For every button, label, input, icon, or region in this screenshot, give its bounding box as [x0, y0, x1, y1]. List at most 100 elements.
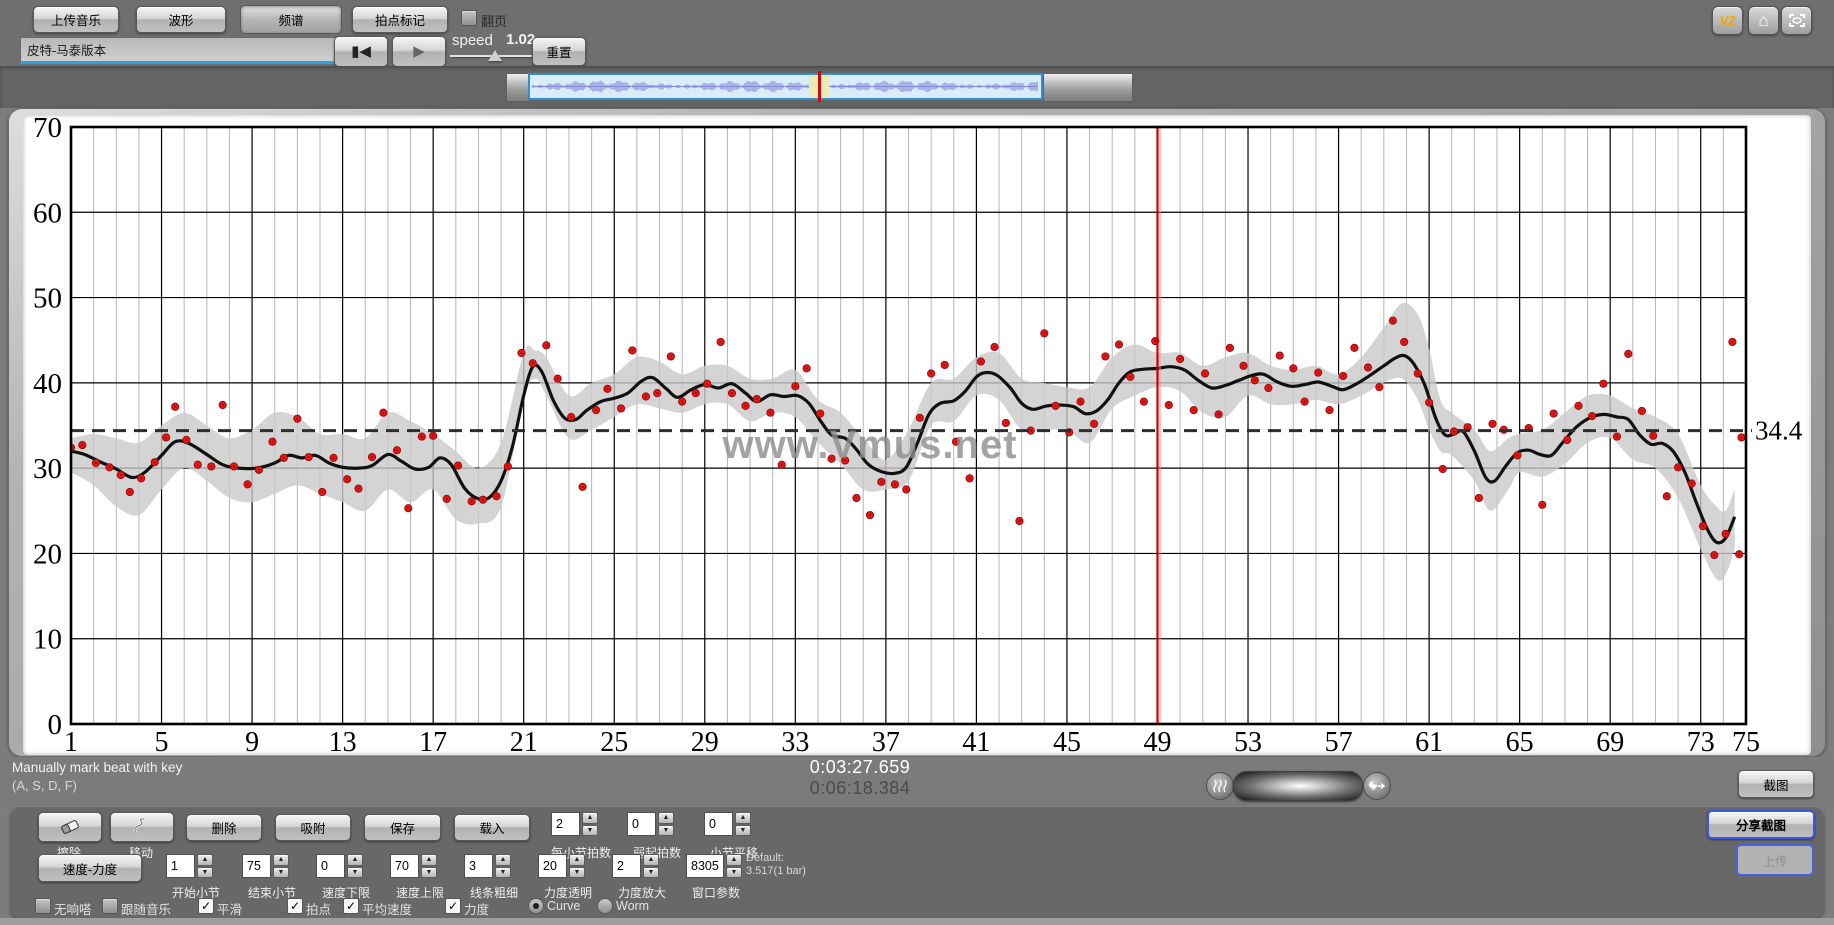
beat-mark-tab-button[interactable]: 拍点标记 — [352, 6, 448, 33]
waveform-tab-button[interactable]: 波形 — [136, 6, 226, 33]
delete-button[interactable]: 删除 — [186, 814, 262, 841]
save-button[interactable]: 保存 — [364, 814, 441, 841]
y-axis-tick-label: 0 — [48, 709, 63, 741]
tool-panel: 擦除 移动 删除 吸附 保存 载入 ▲▼ 每小节拍数 ▲▼ 弱起拍数 ▲▼ 小节… — [10, 806, 1824, 918]
x-axis-tick-label: 29 — [691, 727, 719, 755]
spin-down-button[interactable]: ▼ — [726, 867, 742, 879]
tempo-max-spinner: ▲▼ — [421, 854, 437, 878]
snap-button[interactable]: 吸附 — [275, 814, 351, 841]
spin-down-button[interactable]: ▼ — [582, 825, 598, 837]
spin-up-button[interactable]: ▲ — [347, 854, 363, 866]
x-axis-tick-label: 73 — [1687, 727, 1715, 755]
mute-button[interactable] — [1206, 772, 1234, 800]
version-badge-button[interactable]: V2 — [1712, 6, 1743, 35]
spectrum-tab-button[interactable]: 频谱 — [240, 5, 342, 34]
spin-down-button[interactable]: ▼ — [273, 867, 289, 879]
x-axis-tick-label: 5 — [155, 727, 169, 755]
erase-tool-button[interactable] — [38, 812, 102, 842]
curve-radio[interactable] — [528, 898, 544, 914]
upload-music-button[interactable]: 上传音乐 — [33, 6, 119, 33]
x-axis-tick-label: 33 — [781, 727, 809, 755]
tempo-dynamics-button[interactable]: 速度-力度 — [38, 854, 142, 882]
x-axis-tick-label: 49 — [1143, 727, 1171, 755]
tempo-chart[interactable]: www.Vmus.net0102030405060701591317212529… — [23, 115, 1811, 755]
spin-up-button[interactable]: ▲ — [726, 854, 742, 866]
line-width-input[interactable] — [464, 854, 493, 878]
spin-up-button[interactable]: ▲ — [421, 854, 437, 866]
prev-icon: ▮◀ — [351, 44, 371, 59]
prev-button[interactable]: ▮◀ — [334, 36, 388, 67]
worm-radio[interactable] — [597, 898, 613, 914]
speed-slider-thumb[interactable] — [488, 50, 502, 61]
x-axis-tick-label: 9 — [245, 727, 259, 755]
x-axis-tick-label: 41 — [962, 727, 990, 755]
dyn-scale-spinner: ▲▼ — [643, 854, 659, 878]
x-axis-tick-label: 1 — [64, 727, 78, 755]
spin-up-button[interactable]: ▲ — [273, 854, 289, 866]
end-bar-input[interactable] — [242, 854, 271, 878]
reset-button[interactable]: 重置 — [532, 37, 586, 66]
time-display: 0:03:27.659 0:06:18.384 — [660, 757, 1060, 799]
fullscreen-icon — [1789, 14, 1805, 27]
spin-down-button[interactable]: ▼ — [421, 867, 437, 879]
window-param-spinner: ▲▼ — [726, 854, 742, 878]
pickup-beats-input[interactable] — [627, 812, 656, 836]
waveform-overview-bar — [0, 66, 1834, 108]
spin-down-button[interactable]: ▼ — [569, 867, 585, 879]
curve-radio-label: Curve — [547, 899, 580, 913]
overview-playhead[interactable] — [818, 71, 821, 102]
start-bar-spinner: ▲▼ — [197, 854, 213, 878]
total-time: 0:06:18.384 — [660, 778, 1060, 799]
dyn-opacity-input[interactable] — [538, 854, 567, 878]
tempo-max-input[interactable] — [390, 854, 419, 878]
bar-shift-spinner: ▲▼ — [735, 812, 751, 836]
load-button[interactable]: 载入 — [454, 814, 530, 841]
spin-down-button[interactable]: ▼ — [495, 867, 511, 879]
spin-up-button[interactable]: ▲ — [658, 812, 674, 824]
page-turn-checkbox[interactable] — [461, 10, 477, 26]
audio-forward-button[interactable] — [1363, 772, 1391, 800]
spin-up-button[interactable]: ▲ — [197, 854, 213, 866]
start-bar-input[interactable] — [166, 854, 195, 878]
spin-up-button[interactable]: ▲ — [643, 854, 659, 866]
tempo-min-input[interactable] — [316, 854, 345, 878]
line-width-spinner: ▲▼ — [495, 854, 511, 878]
share-screenshot-button[interactable]: 分享截图 — [1707, 810, 1815, 839]
dynamics-checkbox[interactable]: ✓ — [445, 898, 461, 914]
beat-points-checkbox[interactable]: ✓ — [287, 898, 303, 914]
window-param-input[interactable] — [686, 854, 724, 878]
spin-down-button[interactable]: ▼ — [735, 825, 751, 837]
smooth-checkbox[interactable]: ✓ — [198, 898, 214, 914]
status-bar: Manually mark beat with key (A, S, D, F)… — [0, 757, 1834, 807]
spin-down-button[interactable]: ▼ — [197, 867, 213, 879]
waveform-overview[interactable] — [528, 73, 1043, 100]
follow-music-checkbox[interactable] — [102, 898, 118, 914]
screenshot-button[interactable]: 截图 — [1738, 770, 1814, 798]
bar-shift-input[interactable] — [704, 812, 733, 836]
volume-slider[interactable] — [1233, 771, 1363, 801]
spin-down-button[interactable]: ▼ — [658, 825, 674, 837]
spin-up-button[interactable]: ▲ — [569, 854, 585, 866]
dyn-scale-input[interactable] — [612, 854, 641, 878]
app-window: 上传音乐 波形 频谱 拍点标记 翻页 V2 ⌂ ▮◀ ▶ speed 1.02 … — [0, 0, 1834, 925]
average-tempo-checkbox[interactable]: ✓ — [343, 898, 359, 914]
beats-per-bar-input[interactable] — [551, 812, 580, 836]
x-axis-tick-label: 75 — [1732, 727, 1760, 755]
fullscreen-button[interactable] — [1781, 6, 1812, 35]
move-tool-button[interactable] — [110, 812, 174, 842]
end-bar-spinner: ▲▼ — [273, 854, 289, 878]
x-axis-tick-label: 13 — [329, 727, 357, 755]
no-click-checkbox[interactable] — [35, 898, 51, 914]
y-axis-tick-label: 50 — [33, 283, 62, 315]
follow-music-label: 跟随音乐 — [121, 899, 171, 918]
track-title-input[interactable] — [20, 37, 340, 64]
spin-up-button[interactable]: ▲ — [582, 812, 598, 824]
y-axis-tick-label: 40 — [33, 368, 62, 400]
spin-up-button[interactable]: ▲ — [735, 812, 751, 824]
spin-down-button[interactable]: ▼ — [643, 867, 659, 879]
spin-up-button[interactable]: ▲ — [495, 854, 511, 866]
home-button[interactable]: ⌂ — [1748, 6, 1779, 35]
play-button[interactable]: ▶ — [392, 36, 446, 67]
spin-down-button[interactable]: ▼ — [347, 867, 363, 879]
upload-disabled-button[interactable]: 上传 — [1736, 844, 1814, 876]
